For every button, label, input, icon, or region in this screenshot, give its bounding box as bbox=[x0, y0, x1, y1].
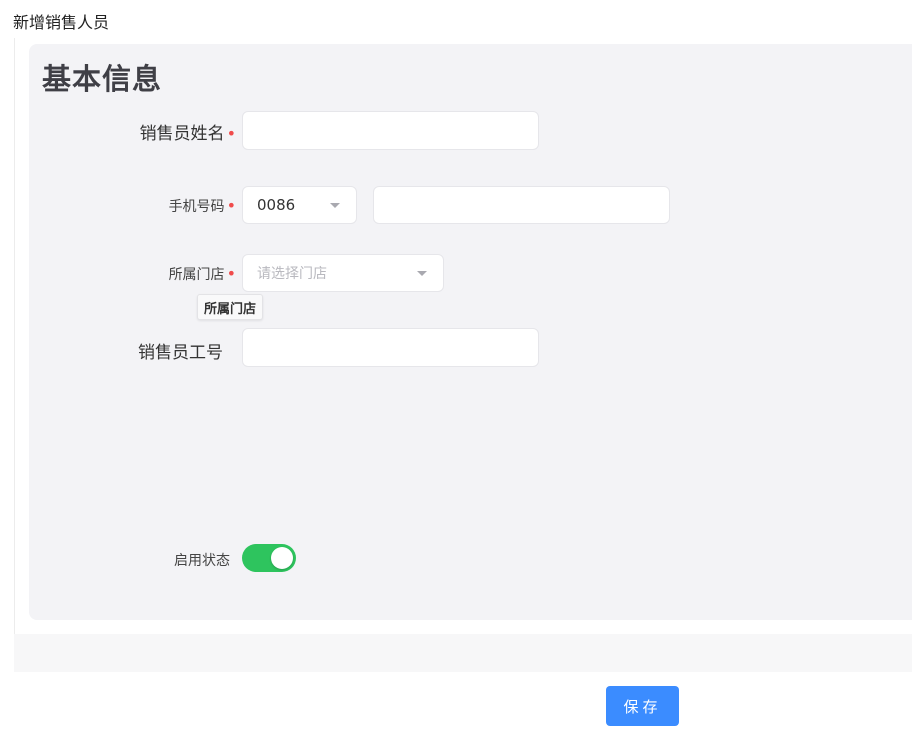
phone-label-text: 手机号码 bbox=[168, 199, 225, 215]
status-label: 启用状态 bbox=[174, 553, 230, 569]
store-tooltip: 所属门店 bbox=[197, 294, 264, 320]
name-label-text: 销售员姓名 bbox=[139, 124, 225, 144]
caret-down-icon bbox=[330, 203, 340, 208]
store-label-text: 所属门店 bbox=[168, 267, 225, 283]
phone-required-mark: • bbox=[226, 196, 236, 215]
page-title: 新增销售人员 bbox=[13, 13, 110, 32]
country-code-select[interactable]: 0086 bbox=[242, 186, 357, 224]
employee-id-input[interactable] bbox=[242, 328, 539, 367]
store-select[interactable]: 请选择门店 bbox=[242, 254, 444, 292]
employee-id-label: 销售员工号 bbox=[138, 343, 223, 363]
name-input[interactable] bbox=[242, 111, 539, 150]
action-bar bbox=[17, 672, 912, 738]
phone-input[interactable] bbox=[373, 186, 670, 224]
caret-down-icon bbox=[417, 271, 427, 276]
section-title: 基本信息 bbox=[42, 62, 163, 96]
country-code-value: 0086 bbox=[257, 196, 296, 214]
phone-label: 手机号码 • bbox=[140, 196, 236, 216]
save-button[interactable]: 保存 bbox=[606, 686, 679, 726]
name-label: 销售员姓名 • bbox=[120, 119, 236, 144]
status-toggle[interactable] bbox=[242, 544, 296, 572]
toggle-knob bbox=[271, 547, 293, 569]
bottom-spacer bbox=[14, 634, 912, 672]
store-label: 所属门店 • bbox=[140, 264, 236, 284]
store-required-mark: • bbox=[226, 264, 236, 283]
name-required-mark: • bbox=[226, 124, 236, 143]
store-select-placeholder: 请选择门店 bbox=[257, 266, 327, 282]
